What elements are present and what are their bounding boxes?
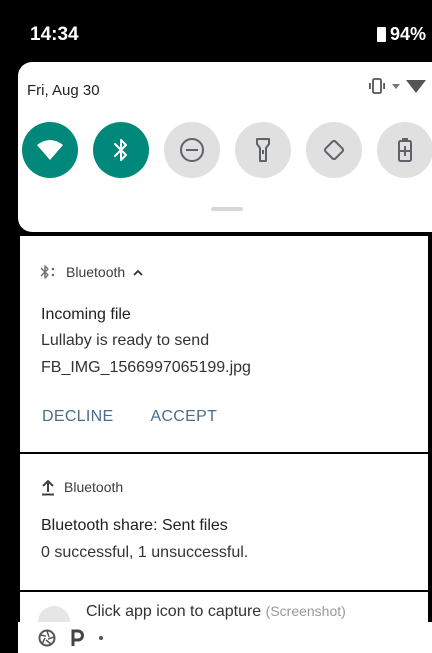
- do-not-disturb-icon: [180, 138, 204, 162]
- peek-text-sub: (Screenshot): [265, 603, 346, 619]
- bottom-notification-icons: [18, 622, 432, 653]
- notification-text-line: FB_IMG_1566997065199.jpg: [41, 359, 251, 376]
- notification-actions: DECLINE ACCEPT: [42, 408, 217, 426]
- notification-app-name: Bluetooth: [66, 264, 126, 280]
- notification-text-line: 0 successful, 1 unsuccessful.: [41, 544, 249, 561]
- quick-tiles: [22, 122, 432, 178]
- bluetooth-icon: [40, 265, 55, 279]
- qs-status-icons: [368, 78, 426, 94]
- tile-flashlight[interactable]: [235, 122, 291, 178]
- decline-button[interactable]: DECLINE: [42, 408, 113, 426]
- auto-rotate-icon: [323, 139, 345, 161]
- battery-icon: [376, 27, 386, 42]
- upload-icon: [42, 479, 54, 496]
- notification-screenshot[interactable]: Click app icon to capture (Screenshot): [20, 592, 428, 622]
- aperture-icon: [38, 629, 56, 646]
- status-bar: 14:34 94%: [0, 0, 432, 62]
- status-right: 94%: [376, 24, 426, 45]
- bluetooth-icon: [114, 139, 127, 161]
- notification-title: Bluetooth share: Sent files: [41, 517, 228, 534]
- tile-auto-rotate[interactable]: [306, 122, 362, 178]
- battery-saver-icon: [398, 138, 412, 162]
- quick-settings-panel: Fri, Aug 30: [18, 62, 432, 232]
- accept-button[interactable]: ACCEPT: [150, 408, 217, 426]
- notification-bluetooth-incoming[interactable]: Bluetooth Incoming file Lullaby is ready…: [20, 236, 428, 452]
- tile-battery-saver[interactable]: [377, 122, 432, 178]
- notification-peek-text: Click app icon to capture (Screenshot): [86, 603, 346, 621]
- notification-bluetooth-share[interactable]: Bluetooth Bluetooth share: Sent files 0 …: [20, 454, 428, 590]
- notification-text-line: Lullaby is ready to send: [41, 332, 210, 349]
- notification-title: Incoming file: [41, 306, 131, 323]
- notification-app-header[interactable]: Bluetooth: [40, 478, 123, 496]
- chevron-up-icon[interactable]: [133, 269, 143, 276]
- tile-bluetooth[interactable]: [93, 122, 149, 178]
- wifi-icon: [37, 140, 63, 160]
- peek-text-main: Click app icon to capture: [86, 603, 262, 620]
- notification-list: Bluetooth Incoming file Lullaby is ready…: [18, 232, 428, 622]
- notification-app-header[interactable]: Bluetooth: [40, 264, 143, 280]
- battery-percent: 94%: [389, 24, 426, 44]
- panel-drag-handle[interactable]: [211, 207, 243, 211]
- p-app-icon: [71, 629, 84, 646]
- status-time: 14:34: [30, 24, 79, 45]
- qs-date: Fri, Aug 30: [27, 82, 100, 99]
- app-icon: [38, 606, 70, 622]
- signal-icon: [392, 84, 400, 89]
- tile-do-not-disturb[interactable]: [164, 122, 220, 178]
- tile-wifi[interactable]: [22, 122, 78, 178]
- notification-app-name: Bluetooth: [64, 479, 124, 495]
- more-dot-icon: [99, 635, 103, 640]
- vibrate-icon: [369, 78, 385, 94]
- wifi-status-icon: [406, 80, 426, 93]
- flashlight-icon: [256, 138, 270, 162]
